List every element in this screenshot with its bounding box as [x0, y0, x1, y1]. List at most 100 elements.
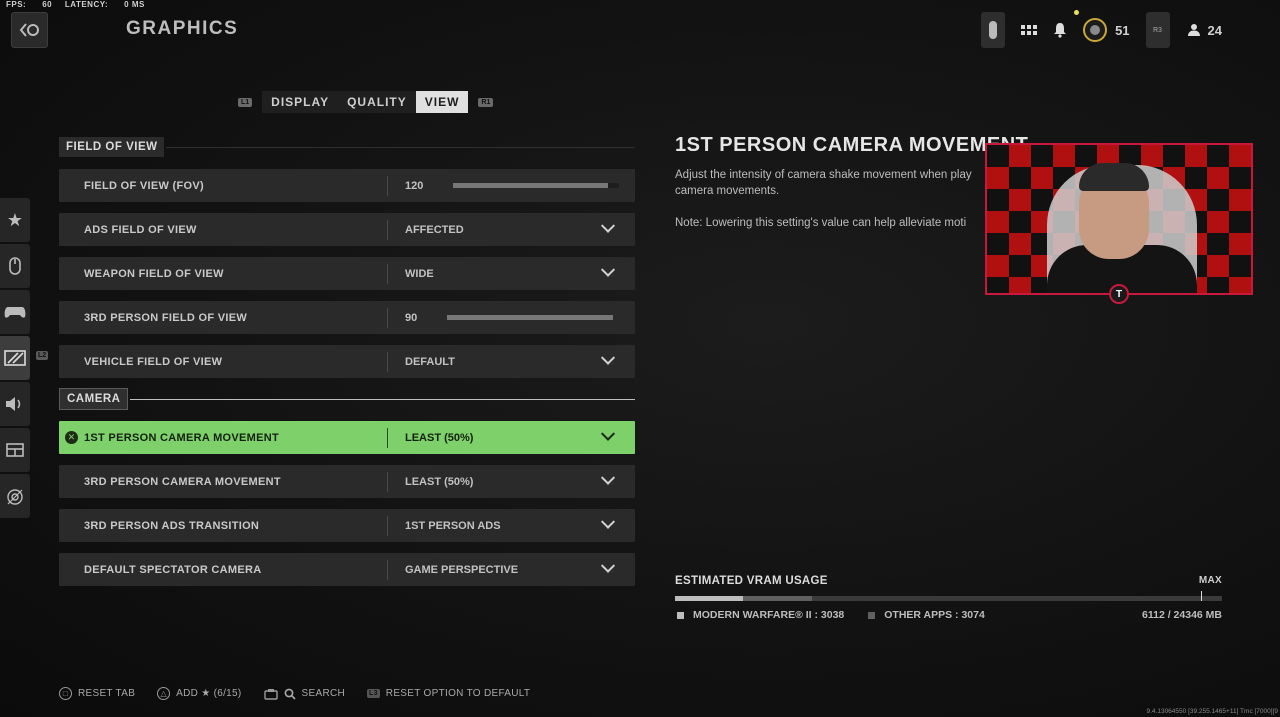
label-text: 1ST PERSON CAMERA MOVEMENT: [84, 431, 280, 444]
l3-button-icon: L3: [367, 689, 380, 698]
section-camera: CAMERA: [59, 388, 635, 410]
setting-label: VEHICLE FIELD OF VIEW: [84, 355, 223, 368]
bell-icon: [1054, 23, 1067, 38]
setting-value[interactable]: DEFAULT: [388, 350, 635, 368]
value-text: 90: [405, 311, 418, 324]
vram-title: ESTIMATED VRAM USAGE: [675, 575, 828, 587]
setting-value[interactable]: AFFECTED: [388, 218, 635, 236]
vram-bar: [675, 591, 1222, 601]
fps-label: FPS:: [6, 0, 27, 9]
value-text: LEAST (50%): [405, 431, 474, 444]
setting-1st-person-camera-movement[interactable]: ✕ 1ST PERSON CAMERA MOVEMENT LEAST (50%): [59, 421, 635, 454]
perf-stats: FPS: 60 LATENCY: 0 MS: [6, 0, 155, 9]
setting-value[interactable]: GAME PERSPECTIVE: [388, 558, 635, 576]
vram-max-tick: [1201, 591, 1202, 601]
audio-category[interactable]: [0, 382, 30, 426]
chevron-down-icon: [600, 218, 616, 233]
controller-category[interactable]: [0, 290, 30, 334]
vram-max-label: MAX: [1198, 575, 1222, 586]
r3-label: R3: [1153, 26, 1162, 34]
setting-default-spectator-camera[interactable]: DEFAULT SPECTATOR CAMERA GAME PERSPECTIV…: [59, 553, 635, 586]
reset-option-hint[interactable]: L3 RESET OPTION TO DEFAULT: [367, 688, 530, 699]
section-header: CAMERA: [59, 388, 129, 410]
setting-vehicle-fov[interactable]: VEHICLE FIELD OF VIEW DEFAULT: [59, 345, 635, 378]
r3-icon: R3: [1145, 12, 1170, 48]
friends-button[interactable]: 24: [1178, 12, 1230, 48]
slider-fill: [447, 315, 614, 320]
legend-mw: MODERN WARFARE® II : 3038: [677, 609, 844, 621]
slider-fill: [453, 183, 608, 188]
latency-label: LATENCY:: [64, 0, 109, 9]
setting-label: FIELD OF VIEW (FOV): [84, 179, 204, 192]
l1-bumper[interactable]: L1: [238, 97, 253, 107]
section-divider: [166, 146, 635, 148]
setting-label: 3RD PERSON FIELD OF VIEW: [84, 311, 248, 324]
mouse-indicator[interactable]: [981, 12, 1006, 48]
touchpad-icon: [263, 688, 278, 700]
network-icon: [7, 489, 23, 505]
setting-value[interactable]: 1ST PERSON ADS: [388, 514, 635, 532]
setting-value[interactable]: WIDE: [388, 262, 635, 280]
setting-value[interactable]: LEAST (50%): [388, 426, 635, 444]
interface-category[interactable]: [0, 428, 30, 472]
notifications-button[interactable]: [1045, 10, 1080, 48]
fov-slider[interactable]: [453, 183, 620, 188]
controller-icon: [4, 307, 26, 318]
vram-bar-other: [743, 596, 813, 601]
setting-value[interactable]: 90: [388, 312, 635, 324]
section-field-of-view: FIELD OF VIEW: [59, 136, 635, 158]
r1-bumper[interactable]: R1: [478, 97, 494, 107]
legend-other: OTHER APPS : 3074: [868, 609, 985, 621]
value-text: AFFECTED: [405, 223, 464, 236]
back-button[interactable]: [11, 12, 48, 48]
fps-stat: FPS: 60: [6, 0, 52, 9]
rank-icon: [1083, 18, 1108, 42]
third-person-fov-slider[interactable]: [447, 315, 614, 320]
value-text: DEFAULT: [405, 355, 455, 368]
setting-value[interactable]: LEAST (50%): [388, 470, 635, 488]
chevron-down-icon: [600, 514, 616, 529]
menu-grid-button[interactable]: [1013, 12, 1045, 48]
vram-total: 6112 / 24346 MB: [1142, 609, 1222, 621]
account-network-category[interactable]: [0, 474, 30, 518]
setting-fov[interactable]: FIELD OF VIEW (FOV) 120: [59, 169, 635, 202]
setting-weapon-fov[interactable]: WEAPON FIELD OF VIEW WIDE: [59, 257, 635, 290]
latency-value: 0 MS: [124, 0, 145, 9]
favorites-category[interactable]: ★: [0, 198, 30, 242]
add-favorite-hint[interactable]: △ ADD ★ (6/15): [157, 687, 241, 700]
legend-swatch-other: [868, 611, 876, 619]
tab-display[interactable]: DISPLAY: [262, 91, 339, 113]
reset-tab-hint[interactable]: □ RESET TAB: [59, 687, 135, 700]
tab-quality[interactable]: QUALITY: [338, 91, 416, 113]
legend-mw-label: MODERN WARFARE® II : 3038: [693, 609, 845, 621]
setting-3rd-person-camera-movement[interactable]: 3RD PERSON CAMERA MOVEMENT LEAST (50%): [59, 465, 635, 498]
page-title: GRAPHICS: [126, 18, 239, 39]
legend-other-label: OTHER APPS : 3074: [884, 609, 985, 621]
setting-label: ✕ 1ST PERSON CAMERA MOVEMENT: [59, 430, 387, 444]
chevron-down-icon: [600, 426, 616, 441]
back-icon: [19, 23, 39, 37]
graphics-category[interactable]: [0, 336, 30, 380]
side-rail: ★: [0, 198, 30, 520]
setting-ads-fov[interactable]: ADS FIELD OF VIEW AFFECTED: [59, 213, 635, 246]
setting-value[interactable]: 120: [388, 180, 635, 192]
monitor-icon: [4, 350, 26, 366]
setting-3rd-person-fov[interactable]: 3RD PERSON FIELD OF VIEW 90: [59, 301, 635, 334]
l2-bumper[interactable]: L2: [36, 351, 49, 360]
setting-3rd-person-ads-transition[interactable]: 3RD PERSON ADS TRANSITION 1ST PERSON ADS: [59, 509, 635, 542]
streamer-logo-icon: T: [1109, 284, 1129, 304]
setting-label: 3RD PERSON ADS TRANSITION: [84, 519, 260, 532]
reset-tab-label: RESET TAB: [78, 688, 136, 699]
add-label: ADD ★ (6/15): [176, 688, 242, 699]
mouse-icon: [989, 21, 998, 39]
tab-view[interactable]: VIEW: [415, 91, 469, 113]
player-level[interactable]: 51: [1075, 12, 1137, 48]
level-value: 51: [1115, 22, 1130, 38]
reset-option-label: RESET OPTION TO DEFAULT: [385, 688, 531, 699]
chevron-down-icon: [600, 470, 616, 485]
chevron-down-icon: [600, 350, 616, 365]
mouse-keyboard-category[interactable]: [0, 244, 30, 288]
r3-button[interactable]: R3: [1138, 12, 1178, 48]
chevron-down-icon: [600, 262, 616, 277]
search-hint[interactable]: SEARCH: [263, 688, 345, 700]
